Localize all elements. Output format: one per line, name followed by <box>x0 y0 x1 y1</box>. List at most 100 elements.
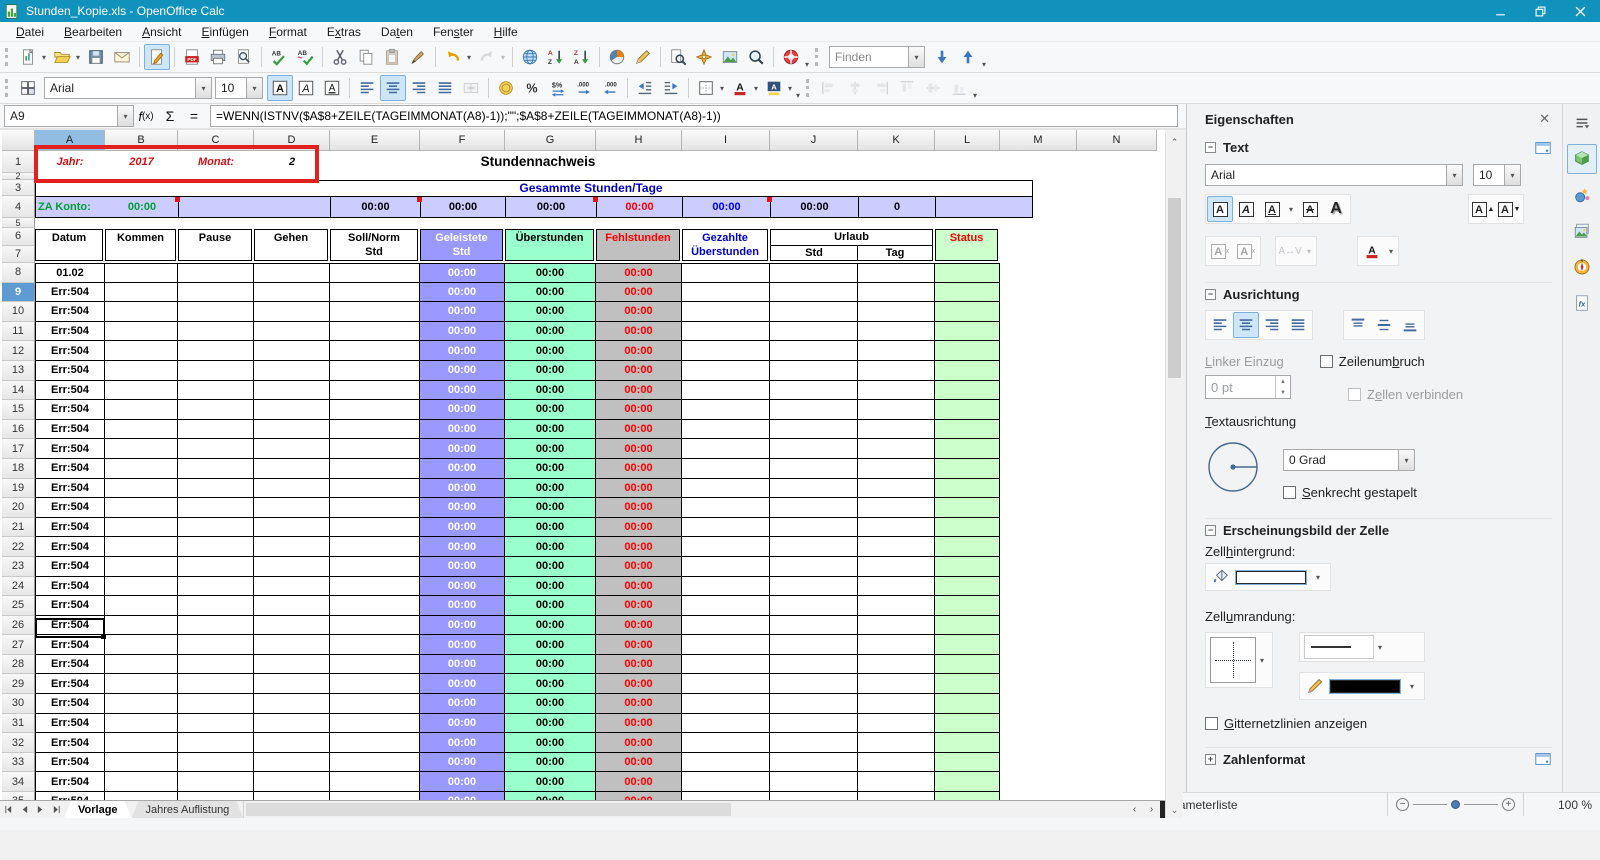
cell-fehlstunden[interactable]: 00:00 <box>596 556 682 577</box>
email-button[interactable] <box>109 44 135 70</box>
cell-urlaub-std[interactable] <box>770 321 858 342</box>
cell-datum[interactable]: Err:504 <box>35 517 105 538</box>
cell-urlaub-tag[interactable] <box>858 517 935 538</box>
cell-empty[interactable] <box>1077 341 1157 361</box>
cell-gezahlte[interactable] <box>682 263 770 283</box>
za-konto-band[interactable]: ZA Konto: 00:00 00:00 00:00 00:00 00:00 … <box>35 196 1033 218</box>
cell-kommen[interactable] <box>105 380 178 401</box>
dropdown-icon[interactable]: ▾ <box>1398 450 1414 470</box>
cell-empty[interactable] <box>1077 694 1157 714</box>
cut-button[interactable] <box>327 44 353 70</box>
cell-ueberstunden[interactable]: 00:00 <box>505 596 596 616</box>
cell-urlaub-std[interactable] <box>770 674 858 695</box>
cell-empty[interactable] <box>1000 635 1077 655</box>
cell-empty[interactable] <box>1077 557 1157 577</box>
dropdown-icon[interactable]: ▾ <box>1446 165 1462 185</box>
cell-empty[interactable] <box>1077 302 1157 322</box>
cell-fehlstunden[interactable]: 00:00 <box>596 498 682 518</box>
sidebar-align-left-button[interactable] <box>1207 312 1233 338</box>
cell-empty[interactable] <box>1077 263 1157 283</box>
cell-urlaub-std[interactable] <box>770 654 858 675</box>
cell-pause[interactable] <box>178 713 254 734</box>
cell-empty[interactable] <box>1077 674 1157 694</box>
cell-gezahlte[interactable] <box>682 576 770 597</box>
cell-gehen[interactable] <box>254 380 330 401</box>
sidebar-italic-button[interactable]: A <box>1233 196 1259 222</box>
cell-datum[interactable]: Err:504 <box>35 380 105 401</box>
cell-status[interactable] <box>935 419 1000 440</box>
undo-button-dropdown-icon[interactable]: ▾ <box>467 53 474 62</box>
line-style-combo[interactable] <box>1304 635 1375 659</box>
cell-soll[interactable] <box>330 596 420 616</box>
cell-geleistete[interactable]: 00:00 <box>420 537 505 557</box>
cell-gehen[interactable] <box>254 752 330 773</box>
paste-button[interactable] <box>379 44 405 70</box>
scroll-up-icon[interactable]: ⌃ <box>1166 134 1183 150</box>
cell-ueberstunden[interactable]: 00:00 <box>505 674 596 695</box>
cell-gezahlte[interactable] <box>682 713 770 734</box>
cell-soll[interactable] <box>330 615 420 636</box>
cell-ueberstunden[interactable]: 00:00 <box>505 282 596 303</box>
cell-urlaub-std[interactable] <box>770 556 858 577</box>
cell-fehlstunden[interactable]: 00:00 <box>596 321 682 342</box>
underline-button[interactable]: A <box>319 75 345 101</box>
insert-chart-button[interactable] <box>604 44 630 70</box>
row-header[interactable]: 29 <box>2 674 35 695</box>
name-box[interactable]: A9 ▾ <box>4 105 134 127</box>
cell-geleistete[interactable]: 00:00 <box>420 360 505 381</box>
cell-empty[interactable] <box>1000 479 1077 499</box>
merge-cells-checkbox[interactable] <box>1348 388 1361 401</box>
cell-gezahlte[interactable] <box>682 380 770 401</box>
zoom-level-field[interactable]: 100 % <box>1524 793 1600 816</box>
cell-urlaub-std[interactable] <box>770 263 858 283</box>
cell-urlaub-tag[interactable] <box>858 537 935 557</box>
vertical-scrollbar[interactable]: ⌃ ⌄ <box>1165 134 1183 818</box>
cell-status[interactable] <box>935 635 1000 655</box>
cell-ueberstunden[interactable]: 00:00 <box>505 380 596 401</box>
decrease-indent-button[interactable] <box>632 75 658 101</box>
cell-soll[interactable] <box>330 498 420 518</box>
cell-gezahlte[interactable] <box>682 478 770 499</box>
cell-gezahlte[interactable] <box>682 341 770 361</box>
cell-pause[interactable] <box>178 752 254 773</box>
cell-soll[interactable] <box>330 439 420 459</box>
cell-pause[interactable] <box>178 419 254 440</box>
cell-status[interactable] <box>935 674 1000 695</box>
border-picker-dropdown-icon[interactable]: ▾ <box>1256 656 1268 665</box>
cell-gezahlte[interactable] <box>682 517 770 538</box>
cell-soll[interactable] <box>330 537 420 557</box>
cell-ueberstunden[interactable]: 00:00 <box>505 400 596 420</box>
cell-fehlstunden[interactable]: 00:00 <box>596 772 682 793</box>
cell-gezahlte[interactable] <box>682 733 770 753</box>
cell-datum[interactable]: Err:504 <box>35 596 105 616</box>
font-size-combo[interactable]: 10 ▾ <box>215 77 263 99</box>
cell-gezahlte[interactable] <box>682 752 770 773</box>
align-object-left-button[interactable] <box>816 75 842 101</box>
cell-empty[interactable] <box>1077 714 1157 734</box>
dropdown-icon[interactable]: ▾ <box>195 78 211 98</box>
redo-button[interactable] <box>474 44 500 70</box>
cell-kommen[interactable] <box>105 615 178 636</box>
cell-gezahlte[interactable] <box>682 302 770 322</box>
cell-urlaub-std[interactable] <box>770 537 858 557</box>
cell-empty[interactable] <box>1077 753 1157 773</box>
cell-fehlstunden[interactable]: 00:00 <box>596 439 682 459</box>
cell-urlaub-tag[interactable] <box>858 792 935 800</box>
cell-soll[interactable] <box>330 458 420 479</box>
cell-gehen[interactable] <box>254 772 330 793</box>
cell-datum[interactable]: Err:504 <box>35 733 105 753</box>
column-header-m[interactable]: M <box>1000 130 1077 151</box>
sort-descending-button[interactable]: ZA <box>569 44 595 70</box>
row-header[interactable]: 28 <box>2 654 35 675</box>
cell-urlaub-tag[interactable] <box>858 360 935 381</box>
row-header[interactable]: 10 <box>2 302 35 322</box>
cell-datum[interactable]: Err:504 <box>35 458 105 479</box>
cell-fehlstunden[interactable]: 00:00 <box>596 654 682 675</box>
row-header[interactable]: 32 <box>2 733 35 753</box>
cell-fehlstunden[interactable]: 00:00 <box>596 752 682 773</box>
cell-empty[interactable] <box>1000 459 1077 479</box>
column-header-n[interactable]: N <box>1077 130 1157 151</box>
row-header[interactable]: 1 <box>2 151 35 173</box>
cell-empty[interactable] <box>1000 557 1077 577</box>
cell-datum[interactable]: Err:504 <box>35 419 105 440</box>
